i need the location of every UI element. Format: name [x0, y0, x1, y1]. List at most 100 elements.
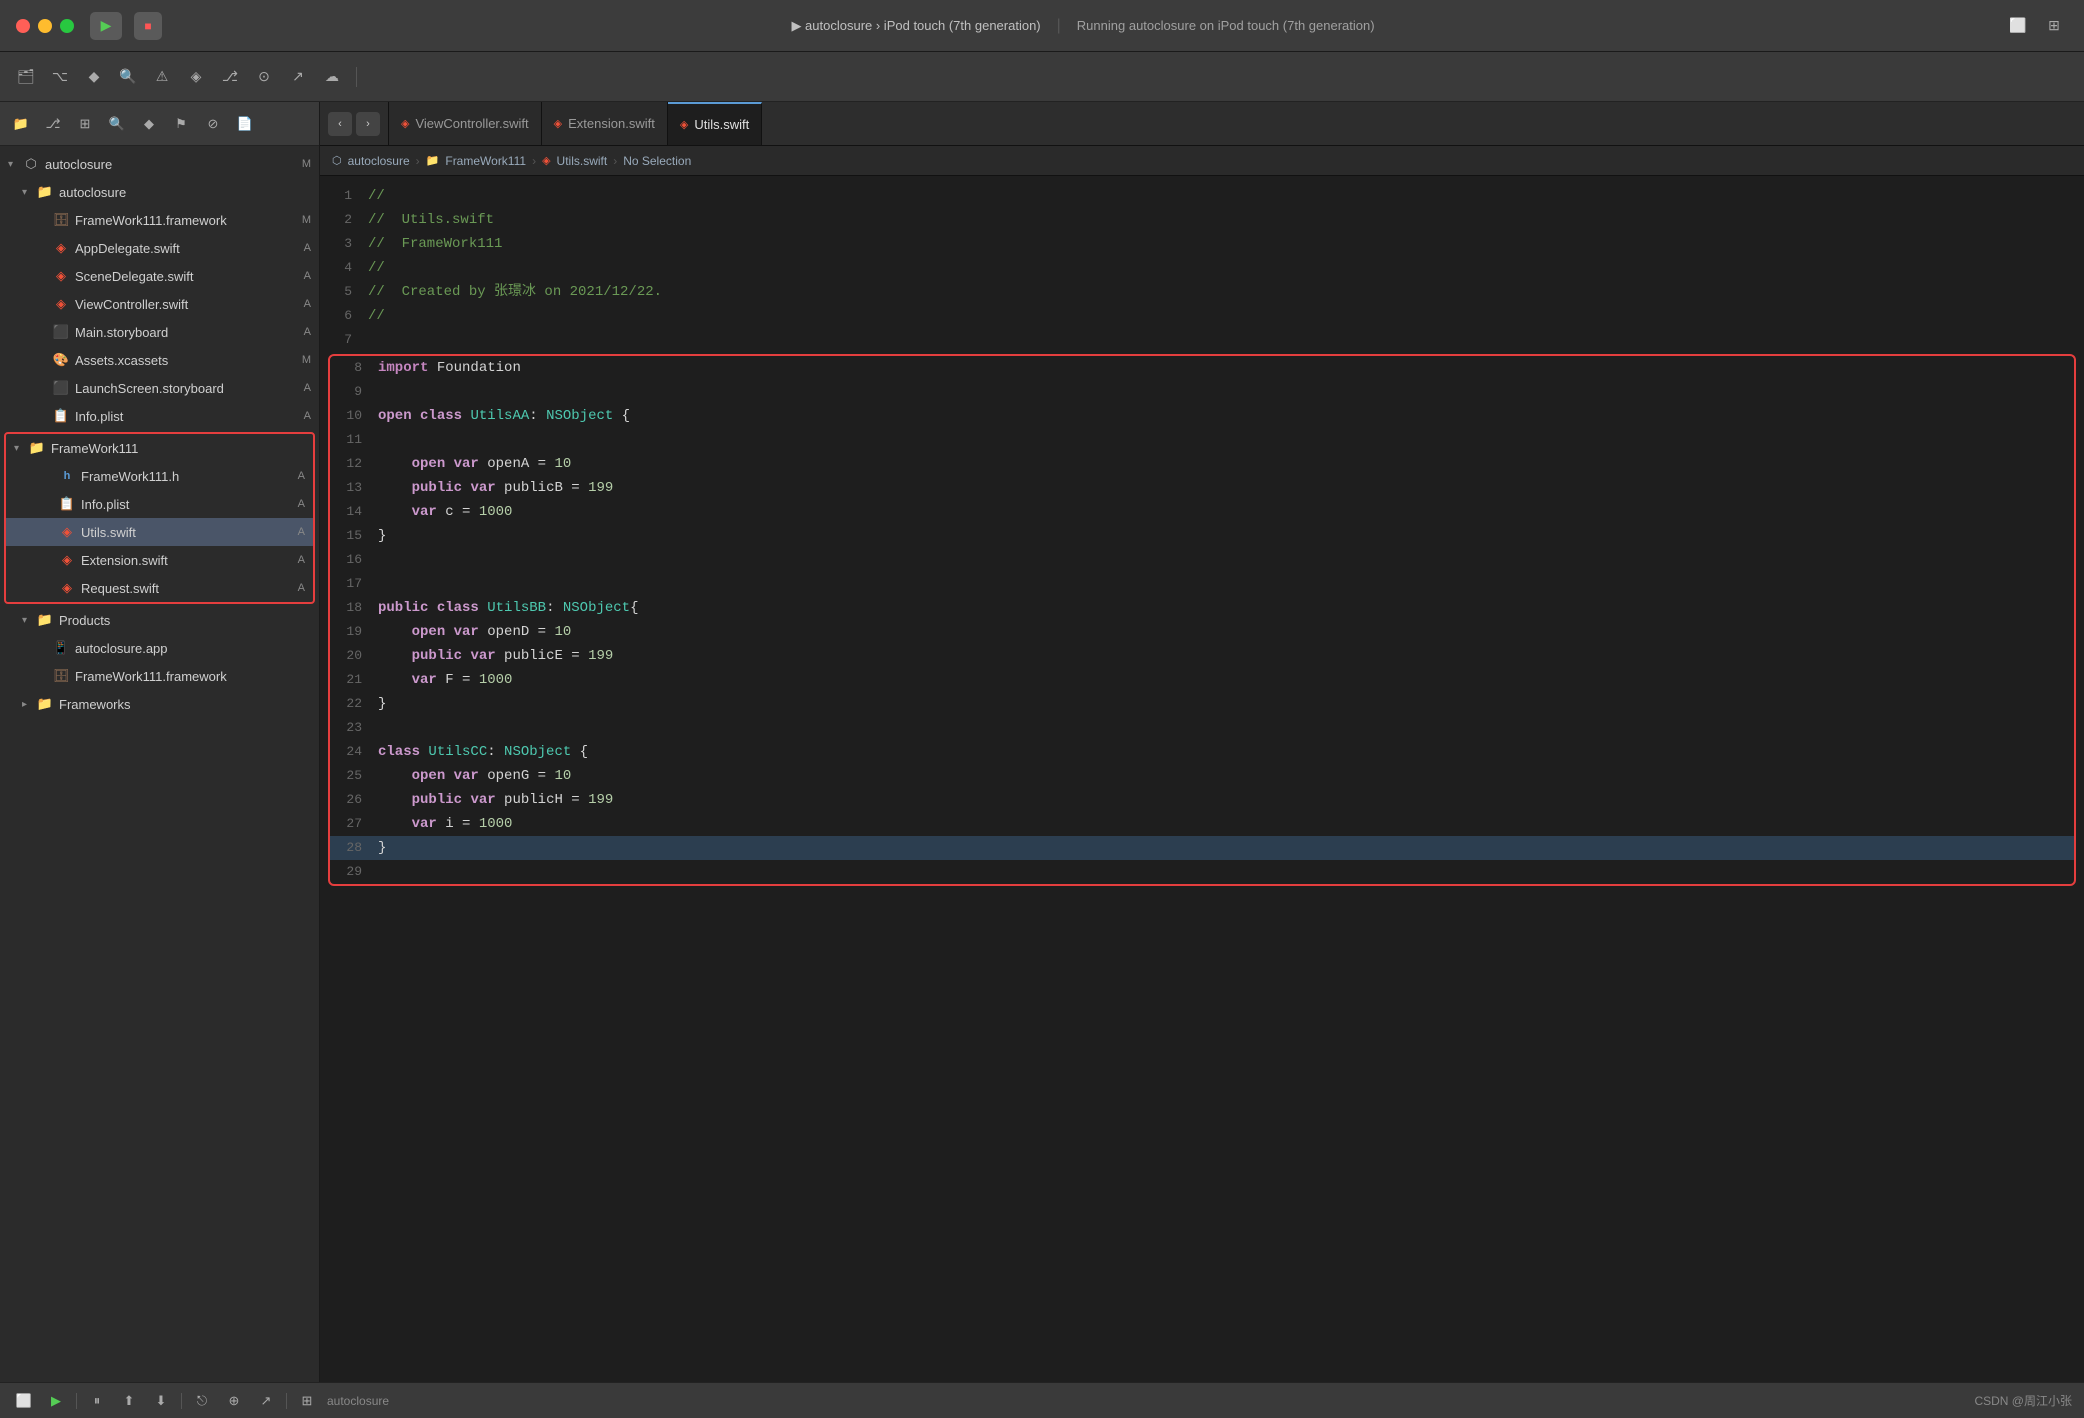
- code-line[interactable]: 10open class UtilsAA: NSObject {: [330, 404, 2074, 428]
- code-line[interactable]: 22}: [330, 692, 2074, 716]
- sidebar-item-frameworks-folder[interactable]: ▸ 📁 Frameworks: [0, 690, 319, 718]
- tab-forward-button[interactable]: ›: [356, 112, 380, 136]
- sidebar-file-icon[interactable]: 📁: [10, 113, 32, 135]
- sidebar-item-info-plist-main[interactable]: 📋 Info.plist A: [0, 402, 319, 430]
- sidebar-item-appdelegate[interactable]: ◈ AppDelegate.swift A: [0, 234, 319, 262]
- code-line[interactable]: 20 public var publicE = 199: [330, 644, 2074, 668]
- sidebar-item-request-swift[interactable]: ◈ Request.swift A: [6, 574, 313, 602]
- sidebar-item-label: Extension.swift: [81, 553, 298, 568]
- code-line[interactable]: 6//: [320, 304, 2084, 328]
- version-control-icon[interactable]: ⌥: [46, 63, 74, 91]
- code-line[interactable]: 7: [320, 328, 2084, 352]
- sidebar-item-framework-ref[interactable]: 🗄 FrameWork111.framework M: [0, 206, 319, 234]
- code-line[interactable]: 21 var F = 1000: [330, 668, 2074, 692]
- line-number: 5: [320, 280, 368, 304]
- tab-viewcontroller[interactable]: ◈ ViewController.swift: [389, 102, 542, 145]
- sidebar-grid-icon[interactable]: ⊞: [74, 113, 96, 135]
- code-line[interactable]: 26 public var publicH = 199: [330, 788, 2074, 812]
- robot-icon[interactable]: ⊙: [250, 63, 278, 91]
- breakpoints-icon[interactable]: ◆: [80, 63, 108, 91]
- git-icon[interactable]: ⎇: [216, 63, 244, 91]
- bottom-sidebar-icon[interactable]: ⬜: [12, 1389, 36, 1413]
- breadcrumb-framework[interactable]: FrameWork111: [445, 154, 526, 168]
- line-content: open var openD = 10: [378, 620, 2074, 644]
- stop-button[interactable]: ■: [134, 12, 162, 40]
- sidebar-filter-icon[interactable]: ⊘: [202, 113, 224, 135]
- code-line[interactable]: 3// FrameWork111: [320, 232, 2084, 256]
- run-button[interactable]: ▶: [90, 12, 122, 40]
- maximize-button[interactable]: [60, 19, 74, 33]
- layout-icon[interactable]: ⊞: [2040, 12, 2068, 40]
- breadcrumb-no-selection[interactable]: No Selection: [623, 154, 691, 168]
- code-line[interactable]: 14 var c = 1000: [330, 500, 2074, 524]
- sidebar-item-scenedelegate[interactable]: ◈ SceneDelegate.swift A: [0, 262, 319, 290]
- tab-utils[interactable]: ◈ Utils.swift: [668, 102, 762, 145]
- code-line[interactable]: 29: [330, 860, 2074, 884]
- bottom-grid-icon[interactable]: ⊞: [295, 1389, 319, 1413]
- sidebar-item-framework111-folder[interactable]: ▾ 📁 FrameWork111: [6, 434, 313, 462]
- code-line[interactable]: 19 open var openD = 10: [330, 620, 2074, 644]
- code-line[interactable]: 1//: [320, 184, 2084, 208]
- code-line[interactable]: 8import Foundation: [330, 356, 2074, 380]
- code-line[interactable]: 17: [330, 572, 2074, 596]
- sidebar-diamond-icon[interactable]: ◆: [138, 113, 160, 135]
- sidebar-toggle-icon[interactable]: ⬜: [2004, 12, 2032, 40]
- sidebar-item-viewcontroller[interactable]: ◈ ViewController.swift A: [0, 290, 319, 318]
- breadcrumb-utils[interactable]: Utils.swift: [557, 154, 608, 168]
- tab-back-button[interactable]: ‹: [328, 112, 352, 136]
- bottom-play-icon[interactable]: ▶: [44, 1389, 68, 1413]
- sidebar-item-utils-swift[interactable]: ◈ Utils.swift A: [6, 518, 313, 546]
- code-line[interactable]: 5// Created by 张璟冰 on 2021/12/22.: [320, 280, 2084, 304]
- sidebar-item-framework-h[interactable]: h FrameWork111.h A: [6, 462, 313, 490]
- code-line[interactable]: 28}: [330, 836, 2074, 860]
- code-line[interactable]: 27 var i = 1000: [330, 812, 2074, 836]
- code-line[interactable]: 12 open var openA = 10: [330, 452, 2074, 476]
- sidebar-item-products-folder[interactable]: ▾ 📁 Products: [0, 606, 319, 634]
- sidebar-item-autoclosure-folder[interactable]: ▾ 📁 autoclosure: [0, 178, 319, 206]
- cloud-icon[interactable]: ☁: [318, 63, 346, 91]
- code-line[interactable]: 24class UtilsCC: NSObject {: [330, 740, 2074, 764]
- code-line[interactable]: 23: [330, 716, 2074, 740]
- warnings-icon[interactable]: ⚠: [148, 63, 176, 91]
- sidebar-item-assets[interactable]: 🎨 Assets.xcassets M: [0, 346, 319, 374]
- sidebar-item-autoclosure-root[interactable]: ▾ ⬡ autoclosure M: [0, 150, 319, 178]
- code-line[interactable]: 4//: [320, 256, 2084, 280]
- code-line[interactable]: 18public class UtilsBB: NSObject{: [330, 596, 2074, 620]
- code-line[interactable]: 9: [330, 380, 2074, 404]
- bottom-download-icon[interactable]: ⬇: [149, 1389, 173, 1413]
- sidebar-item-label: Frameworks: [59, 697, 311, 712]
- sidebar-item-launchscreen[interactable]: ⬛ LaunchScreen.storyboard A: [0, 374, 319, 402]
- bottom-arrow-icon[interactable]: ↗: [254, 1389, 278, 1413]
- code-line[interactable]: 13 public var publicB = 199: [330, 476, 2074, 500]
- code-line[interactable]: 15}: [330, 524, 2074, 548]
- file-manager-icon[interactable]: 🗂: [12, 63, 40, 91]
- sidebar-item-framework-product[interactable]: 🗄 FrameWork111.framework: [0, 662, 319, 690]
- sidebar-search-icon[interactable]: 🔍: [106, 113, 128, 135]
- minimize-button[interactable]: [38, 19, 52, 33]
- code-line[interactable]: 25 open var openG = 10: [330, 764, 2074, 788]
- close-button[interactable]: [16, 19, 30, 33]
- sidebar-note-icon[interactable]: 📄: [234, 113, 256, 135]
- sidebar: 📁 ⎇ ⊞ 🔍 ◆ ⚑ ⊘ 📄 ▾ ⬡ autoclosure M ▾ 📁 au…: [0, 102, 320, 1382]
- share-icon[interactable]: ↗: [284, 63, 312, 91]
- sidebar-item-main-storyboard[interactable]: ⬛ Main.storyboard A: [0, 318, 319, 346]
- sidebar-flag-icon[interactable]: ⚑: [170, 113, 192, 135]
- tab-extension[interactable]: ◈ Extension.swift: [542, 102, 668, 145]
- bottom-share-icon[interactable]: ⎋: [190, 1389, 214, 1413]
- bottom-network-icon[interactable]: ⊕: [222, 1389, 246, 1413]
- sidebar-item-autoclosure-app[interactable]: 📱 autoclosure.app: [0, 634, 319, 662]
- bottom-upload-icon[interactable]: ⬆: [117, 1389, 141, 1413]
- sidebar-item-info-plist-fw[interactable]: 📋 Info.plist A: [6, 490, 313, 518]
- code-editor[interactable]: 1//2// Utils.swift3// FrameWork1114//5//…: [320, 176, 2084, 1382]
- storyboard-icon: ⬛: [52, 379, 70, 397]
- search-icon[interactable]: 🔍: [114, 63, 142, 91]
- breadcrumb-autoclosure[interactable]: autoclosure: [348, 154, 410, 168]
- sidebar-item-extension-swift[interactable]: ◈ Extension.swift A: [6, 546, 313, 574]
- code-line[interactable]: 16: [330, 548, 2074, 572]
- code-line[interactable]: 11: [330, 428, 2074, 452]
- code-line[interactable]: 2// Utils.swift: [320, 208, 2084, 232]
- chevron-down-icon: ▾: [22, 187, 36, 198]
- bottom-pause-icon[interactable]: ⏸: [85, 1389, 109, 1413]
- sidebar-git-icon[interactable]: ⎇: [42, 113, 64, 135]
- memory-icon[interactable]: ◈: [182, 63, 210, 91]
